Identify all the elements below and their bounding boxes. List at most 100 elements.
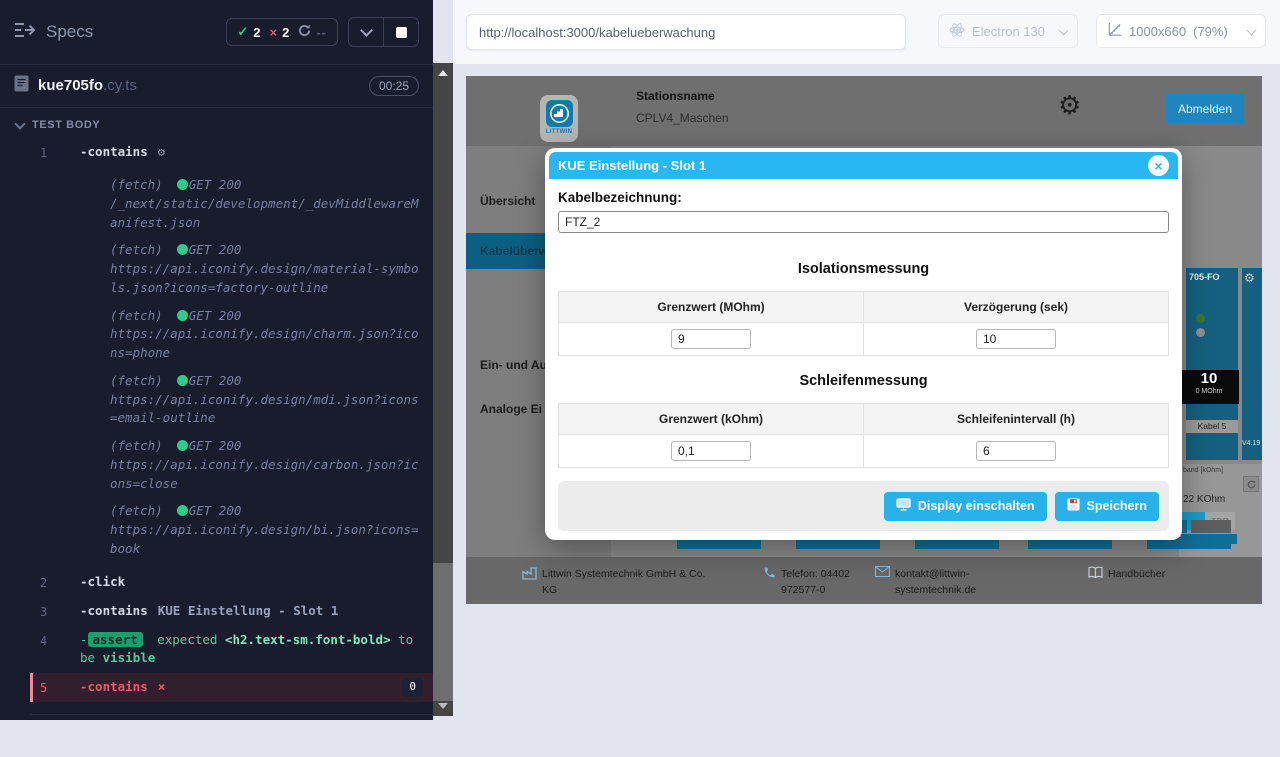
- stat-passed: ✓ 2: [237, 24, 260, 40]
- table-cell: [559, 435, 864, 468]
- command-contains-failed[interactable]: 5 -contains× 0: [30, 673, 433, 702]
- collapse-button[interactable]: [349, 18, 383, 46]
- modal-footer: Display einschalten Speichern: [558, 481, 1169, 531]
- reporter-header: Specs ✓ 2 × 2 --: [0, 0, 433, 65]
- scroll-down-arrow-icon[interactable]: [438, 703, 448, 709]
- station-info: Stationsname CPLV4_Maschen: [636, 89, 729, 125]
- footer-manuals: Handbücher: [1088, 566, 1165, 582]
- runner-topbar: Electron 130 1000x660 (79%): [453, 0, 1280, 64]
- stop-button[interactable]: [383, 18, 418, 46]
- isolation-table: Grenzwert (MOhm) Verzögerung (sek): [558, 291, 1169, 356]
- failed-count: 2: [282, 25, 289, 40]
- command-name: -contains: [80, 679, 148, 694]
- measurement-value: 10: [1179, 370, 1239, 388]
- spec-name: kue705fo: [38, 77, 103, 94]
- passed-check-icon: ✓: [237, 24, 248, 40]
- success-dot-icon: [177, 310, 188, 321]
- company-name: Littwin Systemtechnik GmbH & Co. KG: [542, 566, 718, 599]
- cable-designation-input[interactable]: [558, 211, 1169, 233]
- station-name: CPLV4_Maschen: [636, 111, 729, 125]
- phone-icon: [763, 566, 776, 582]
- spec-file-icon: [14, 75, 29, 97]
- assert-badge: assert: [88, 632, 143, 647]
- station-label: Stationsname: [636, 89, 729, 103]
- save-button[interactable]: Speichern: [1055, 492, 1159, 521]
- settings-gear-icon[interactable]: ⚙: [1058, 92, 1081, 118]
- phone-number[interactable]: Telefon: 04402 972577-0: [781, 566, 869, 599]
- command-number: 4: [40, 631, 80, 650]
- assert-visible: visible: [103, 650, 156, 665]
- fetch-url: https://api.iconify.design/carbon.json?i…: [110, 457, 419, 491]
- command-name: -contains: [80, 603, 148, 618]
- fetch-log-entry: (fetch)GET 200/_next/static/development/…: [110, 176, 419, 232]
- manuals-link[interactable]: Handbücher: [1108, 566, 1165, 582]
- command-assert[interactable]: 4 -assert expected <h2.text-sm.font-bold…: [30, 626, 433, 674]
- fetch-url: /_next/static/development/_devMiddleware…: [110, 196, 419, 230]
- kue-settings-modal: KUE Einstellung - Slot 1 × Kabelbezeichn…: [545, 148, 1182, 540]
- assert-expected: expected: [157, 632, 217, 647]
- reporter-scrollbar[interactable]: [433, 63, 453, 716]
- fail-x-icon: ×: [158, 679, 166, 694]
- url-input[interactable]: [467, 15, 905, 49]
- book-icon: [1088, 566, 1103, 582]
- factory-icon: [522, 566, 537, 583]
- retry-count-badge: 0: [402, 678, 423, 697]
- browser-name: Electron 130: [972, 24, 1045, 39]
- restart-icon: [298, 24, 311, 40]
- test-stats: ✓ 2 × 2 --: [226, 18, 338, 46]
- fetch-log-entry: (fetch)GET 200https://api.iconify.design…: [110, 502, 419, 558]
- spec-row[interactable]: kue705fo.cy.ts 00:25: [0, 65, 433, 108]
- isolation-verzoegerung-input[interactable]: [976, 329, 1056, 349]
- fetch-url: https://api.iconify.design/material-symb…: [110, 261, 419, 295]
- table-cell: [864, 323, 1169, 356]
- close-icon[interactable]: ×: [1148, 155, 1169, 176]
- card-title: 705-FO: [1189, 272, 1220, 282]
- viewport-selector[interactable]: 1000x660 (79%): [1096, 14, 1266, 48]
- success-dot-icon: [177, 375, 188, 386]
- email-icon: [875, 566, 890, 580]
- chevron-down-icon: [14, 118, 25, 129]
- isolation-grenzwert-input[interactable]: [671, 329, 751, 349]
- command-contains-2[interactable]: 3 -containsKUE Einstellung - Slot 1: [30, 597, 433, 626]
- ruler-icon: [1107, 22, 1122, 40]
- log-divider: [30, 714, 433, 757]
- test-body-toggle[interactable]: TEST BODY: [0, 108, 433, 138]
- logo-icon: [546, 100, 573, 127]
- success-dot-icon: [177, 244, 188, 255]
- display-on-button[interactable]: Display einschalten: [884, 492, 1047, 521]
- command-contains-1[interactable]: 1 -contains⚙: [30, 138, 433, 167]
- refresh-icon[interactable]: [1243, 476, 1259, 492]
- command-log: 1 -contains⚙ (fetch)GET 200/_next/static…: [30, 138, 433, 757]
- fetch-url: https://api.iconify.design/charm.json?ic…: [110, 326, 419, 360]
- loop-section-title: Schleifenmessung: [558, 373, 1169, 389]
- isolation-col-verzoegerung: Verzögerung (sek): [864, 292, 1169, 323]
- logo-text: LITTWIN: [546, 129, 572, 135]
- specs-list-icon[interactable]: [14, 22, 36, 43]
- floppy-disk-icon: [1067, 498, 1080, 514]
- url-bar[interactable]: [466, 14, 906, 50]
- loop-grenzwert-input[interactable]: [671, 441, 751, 461]
- footer-email: kontakt@littwin-systemtechnik.de: [875, 566, 985, 599]
- command-click[interactable]: 2 -click: [30, 568, 433, 597]
- viewport-zoom: (79%): [1193, 24, 1228, 39]
- measurement-display: 10 0 MOhm: [1179, 370, 1239, 404]
- scroll-up-arrow-icon[interactable]: [438, 70, 448, 76]
- modal-title: KUE Einstellung - Slot 1: [558, 158, 706, 173]
- email-address[interactable]: kontakt@littwin-systemtechnik.de: [895, 566, 985, 599]
- loop-intervall-input[interactable]: [976, 441, 1056, 461]
- version-label: V4.19: [1242, 440, 1260, 447]
- logout-button[interactable]: Abmelden: [1166, 94, 1244, 123]
- spec-extension: .cy.ts: [103, 77, 137, 94]
- footer-company: Littwin Systemtechnik GmbH & Co. KG: [522, 566, 718, 599]
- chevron-down-icon: [1247, 25, 1257, 35]
- browser-selector[interactable]: Electron 130: [938, 14, 1078, 48]
- loop-col-intervall: Schleifenintervall (h): [864, 404, 1169, 435]
- electron-icon: [949, 22, 965, 41]
- fetch-url: https://api.iconify.design/bi.json?icons…: [110, 522, 419, 556]
- scrollbar-thumb[interactable]: [433, 563, 453, 701]
- specs-title: Specs: [46, 22, 93, 42]
- command-name: -click: [80, 574, 125, 589]
- reporter-controls: [348, 17, 419, 47]
- card-gear-icon[interactable]: ⚙: [1244, 271, 1255, 285]
- fetch-url: https://api.iconify.design/mdi.json?icon…: [110, 392, 419, 426]
